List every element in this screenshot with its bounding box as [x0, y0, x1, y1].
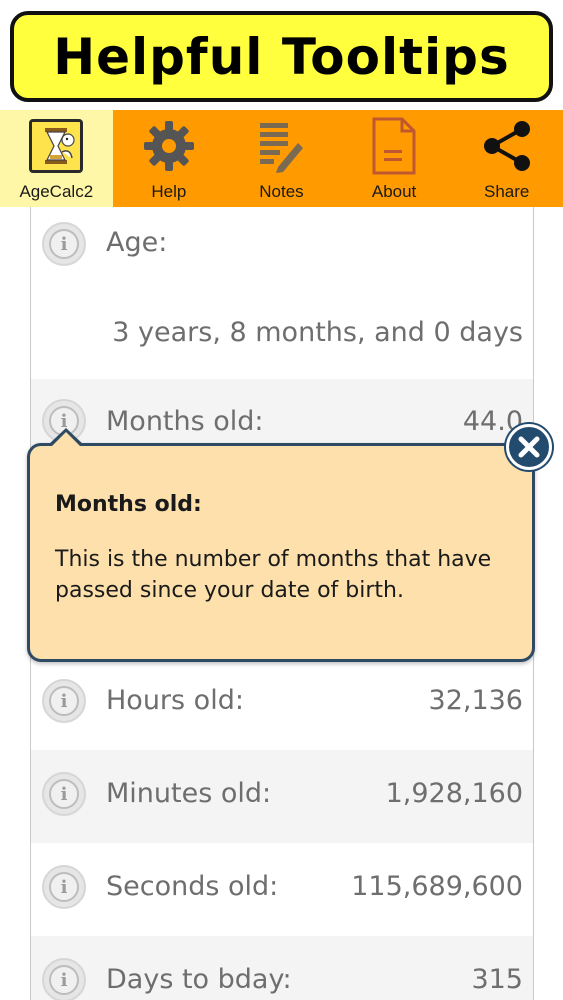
info-icon[interactable]: i: [42, 222, 86, 266]
banner-title: Helpful Tooltips: [53, 27, 510, 86]
toolbar-item-help[interactable]: Help: [113, 110, 226, 207]
app-logo-icon: [26, 116, 86, 176]
toolbar: AgeCalc2 Help Notes About Share: [0, 110, 563, 207]
list-item-hours: i Hours old: 32,136: [31, 657, 533, 750]
notes-icon: [251, 116, 311, 176]
close-icon: [518, 436, 540, 458]
toolbar-item-about[interactable]: About: [338, 110, 451, 207]
banner-area: Helpful Tooltips: [0, 0, 563, 110]
document-icon: [364, 116, 424, 176]
age-label: Age:: [106, 227, 168, 258]
info-icon[interactable]: i: [42, 772, 86, 816]
days-to-bday-label: Days to bday:: [106, 964, 292, 995]
toolbar-item-notes[interactable]: Notes: [225, 110, 338, 207]
tooltip-popup: Months old: This is the number of months…: [27, 443, 535, 662]
list-item-days-to-bday: i Days to bday: 315: [31, 936, 533, 1000]
toolbar-item-share[interactable]: Share: [450, 110, 563, 207]
toolbar-label-about: About: [371, 182, 417, 201]
hours-value: 32,136: [428, 685, 523, 716]
list-item-minutes: i Minutes old: 1,928,160: [31, 750, 533, 843]
days-to-bday-value: 315: [471, 964, 523, 995]
months-label: Months old:: [106, 406, 264, 437]
share-icon: [477, 116, 537, 176]
gear-icon: [139, 116, 199, 176]
info-icon[interactable]: i: [42, 679, 86, 723]
info-icon[interactable]: i: [42, 865, 86, 909]
age-value: 3 years, 8 months, and 0 days: [112, 317, 523, 348]
seconds-label: Seconds old:: [106, 871, 279, 902]
minutes-value: 1,928,160: [385, 778, 523, 809]
list-item-seconds: i Seconds old: 115,689,600: [31, 843, 533, 936]
tooltip-title: Months old:: [55, 492, 202, 517]
hours-label: Hours old:: [106, 685, 244, 716]
list-item-age: i Age: 3 years, 8 months, and 0 days: [31, 207, 533, 379]
toolbar-label-share: Share: [483, 182, 530, 201]
toolbar-label-help: Help: [151, 182, 187, 201]
helpful-tooltips-banner: Helpful Tooltips: [10, 11, 553, 102]
tooltip-body: This is the number of months that have p…: [55, 547, 492, 603]
tooltip-close-button[interactable]: [506, 424, 552, 470]
toolbar-label-notes: Notes: [259, 182, 304, 201]
minutes-label: Minutes old:: [106, 778, 272, 809]
toolbar-label-agecalc2: AgeCalc2: [19, 182, 94, 201]
seconds-value: 115,689,600: [351, 871, 523, 902]
info-icon[interactable]: i: [42, 958, 86, 1000]
toolbar-item-agecalc2[interactable]: AgeCalc2: [0, 110, 113, 207]
tooltip-pointer-fill: [51, 432, 81, 447]
